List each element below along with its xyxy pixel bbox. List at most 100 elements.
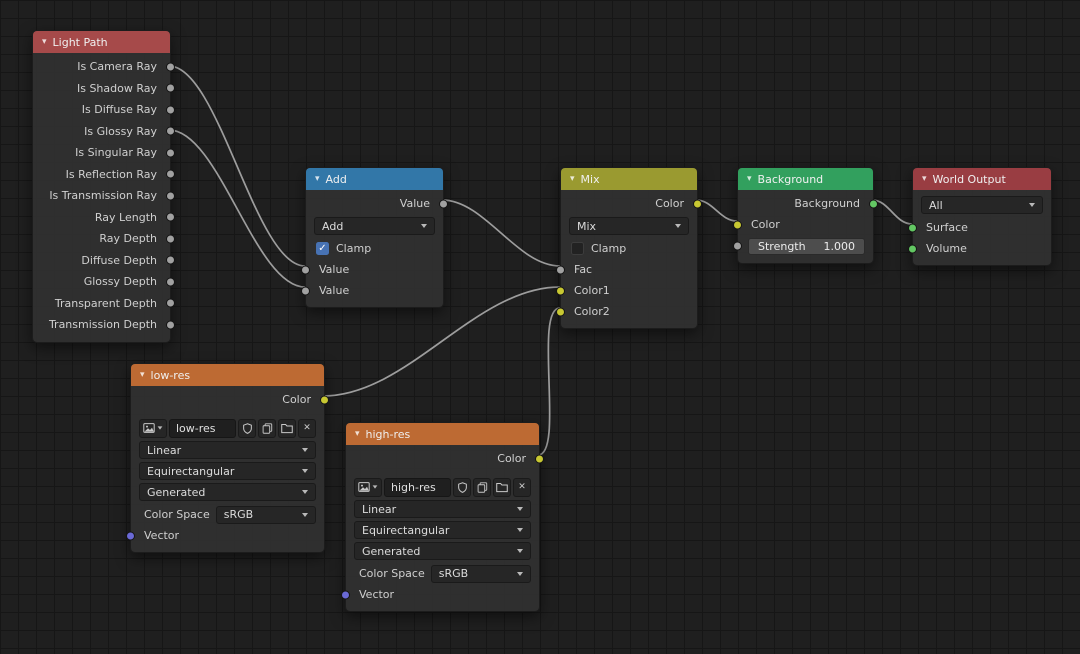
collapse-icon[interactable]: ▾ [922,175,927,184]
socket-input-vector[interactable] [341,590,350,599]
socket-input-vector[interactable] [126,531,135,540]
socket-output-ray-depth[interactable] [166,234,175,243]
socket-output-is-camera-ray[interactable] [166,62,175,71]
socket-label: Vector [144,529,179,542]
socket-input-strength[interactable] [733,242,742,251]
output-row: Glossy Depth [33,271,170,293]
input-row: Vector [131,525,324,546]
source-select[interactable]: Generated [139,483,316,501]
socket-label: Color1 [574,284,610,297]
socket-input-color1[interactable] [556,286,565,295]
node-environment-texture-high-res[interactable]: ▾ high-res Color high-res ✕ Linear Equir… [345,422,540,612]
socket-label: Is Glossy Ray [84,125,157,138]
unlink-button[interactable]: ✕ [513,478,531,497]
socket-input-surface[interactable] [908,223,917,232]
clamp-row: Clamp [561,238,697,259]
socket-label: Value [400,197,430,210]
output-row: Is Glossy Ray [33,121,170,143]
copy-button[interactable] [258,419,276,438]
collapse-icon[interactable]: ▾ [747,175,752,184]
collapse-icon[interactable]: ▾ [315,175,320,184]
collapse-icon[interactable]: ▾ [140,371,145,380]
unlink-button[interactable]: ✕ [298,419,316,438]
node-light-path[interactable]: ▾ Light Path Is Camera Ray Is Shadow Ray… [32,30,171,343]
socket-label: Background [794,197,860,210]
node-environment-texture-low-res[interactable]: ▾ low-res Color low-res ✕ Linear Equirec… [130,363,325,553]
target-select[interactable]: All [921,196,1043,214]
image-name-field[interactable]: high-res [384,478,451,497]
input-row: Fac [561,259,697,280]
strength-slider[interactable]: Strength 1.000 [748,238,865,255]
open-file-button[interactable] [493,478,511,497]
socket-output-background[interactable] [869,199,878,208]
open-file-button[interactable] [278,419,296,438]
socket-output-color[interactable] [535,454,544,463]
fake-user-button[interactable] [453,478,471,497]
chevron-down-icon [302,490,308,494]
interpolation-select[interactable]: Linear [354,500,531,518]
node-header[interactable]: ▾ Add [306,168,443,190]
socket-output-is-reflection-ray[interactable] [166,170,175,179]
clamp-checkbox[interactable] [571,242,584,255]
node-editor-canvas[interactable]: ▾ Light Path Is Camera Ray Is Shadow Ray… [0,0,1080,654]
socket-output-ray-length[interactable] [166,213,175,222]
socket-output-is-glossy-ray[interactable] [166,127,175,136]
node-add[interactable]: ▾ Add Value Add ✓ Clamp Value Value [305,167,444,308]
socket-input-fac[interactable] [556,265,565,274]
blend-mode-select[interactable]: Mix [569,217,689,235]
socket-label: Fac [574,263,592,276]
collapse-icon[interactable]: ▾ [355,430,360,439]
socket-output-is-diffuse-ray[interactable] [166,105,175,114]
node-header[interactable]: ▾ low-res [131,364,324,386]
node-header[interactable]: ▾ high-res [346,423,539,445]
chevron-down-icon [158,426,163,429]
node-header[interactable]: ▾ Mix [561,168,697,190]
socket-output-color[interactable] [693,199,702,208]
slider-value: 1.000 [824,240,856,253]
socket-input-color2[interactable] [556,307,565,316]
output-row: Is Reflection Ray [33,164,170,186]
socket-input-value-1[interactable] [301,265,310,274]
socket-input-color[interactable] [733,220,742,229]
projection-select[interactable]: Equirectangular [354,521,531,539]
chevron-down-icon [517,528,523,532]
socket-input-value-2[interactable] [301,286,310,295]
color-space-select[interactable]: sRGB [216,506,316,524]
socket-output-value[interactable] [439,199,448,208]
socket-output-glossy-depth[interactable] [166,277,175,286]
node-header[interactable]: ▾ Background [738,168,873,190]
interpolation-select[interactable]: Linear [139,441,316,459]
source-select[interactable]: Generated [354,542,531,560]
socket-label: Color [751,218,780,231]
node-background[interactable]: ▾ Background Background Color Strength 1… [737,167,874,264]
socket-output-diffuse-depth[interactable] [166,256,175,265]
clamp-checkbox[interactable]: ✓ [316,242,329,255]
socket-output-is-singular-ray[interactable] [166,148,175,157]
socket-output-is-transmission-ray[interactable] [166,191,175,200]
image-name-field[interactable]: low-res [169,419,236,438]
operation-select[interactable]: Add [314,217,435,235]
copy-button[interactable] [473,478,491,497]
selected-option: sRGB [224,508,253,521]
socket-input-volume[interactable] [908,244,917,253]
socket-output-transmission-depth[interactable] [166,320,175,329]
collapse-icon[interactable]: ▾ [42,38,47,47]
socket-output-is-shadow-ray[interactable] [166,84,175,93]
socket-label: Color [655,197,684,210]
node-mix[interactable]: ▾ Mix Color Mix Clamp Fac Color1 Color2 [560,167,698,329]
color-space-select[interactable]: sRGB [431,565,531,583]
output-row: Is Singular Ray [33,142,170,164]
close-icon: ✕ [518,482,526,492]
socket-output-color[interactable] [320,395,329,404]
node-header[interactable]: ▾ World Output [913,168,1051,190]
image-browse-button[interactable] [139,419,167,438]
node-world-output[interactable]: ▾ World Output All Surface Volume [912,167,1052,266]
fake-user-button[interactable] [238,419,256,438]
image-browse-button[interactable] [354,478,382,497]
node-header[interactable]: ▾ Light Path [33,31,170,53]
collapse-icon[interactable]: ▾ [570,175,575,184]
projection-select[interactable]: Equirectangular [139,462,316,480]
wire [169,66,305,266]
checkbox-label: Clamp [336,242,371,255]
socket-output-transparent-depth[interactable] [166,299,175,308]
